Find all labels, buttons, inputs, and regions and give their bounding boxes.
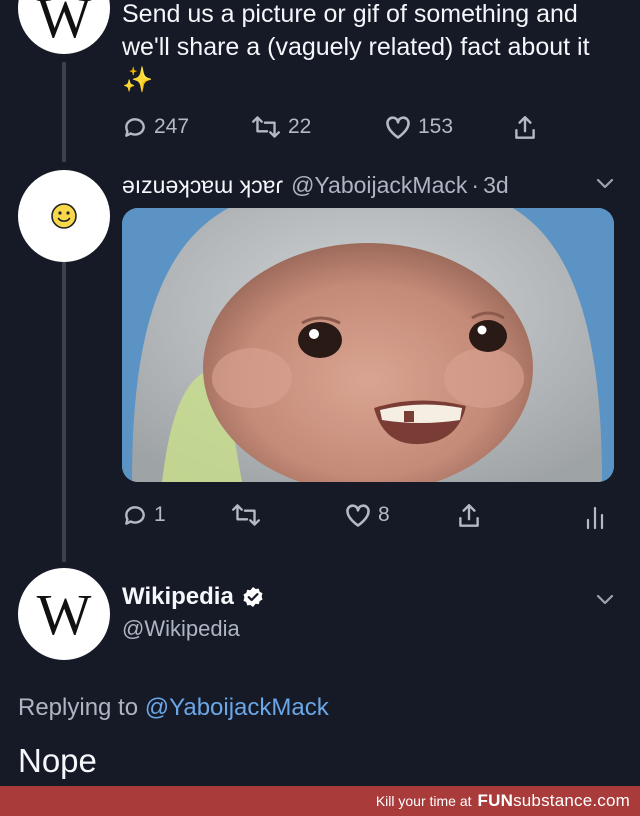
tweet-menu-button[interactable] <box>594 172 616 199</box>
user-display-name[interactable]: ǝızuǝʞɔɐɯ ʞɔɐɾ <box>122 172 283 199</box>
wikipedia-logo-icon: W <box>36 0 92 50</box>
wikipedia-avatar[interactable]: W <box>18 568 110 660</box>
reply-menu-button[interactable] <box>594 588 616 615</box>
retweet-button[interactable] <box>230 502 262 528</box>
retweet-button[interactable]: 22 <box>250 114 311 140</box>
share-button[interactable] <box>456 502 482 530</box>
brand-bold: FUN <box>477 791 514 810</box>
watermark-brand: FUNsubstance.com <box>478 791 630 811</box>
analytics-icon <box>586 506 604 530</box>
watermark-tagline: Kill your time at <box>375 793 472 809</box>
tweet-timestamp[interactable]: 3d <box>483 172 509 199</box>
heart-icon <box>386 116 410 139</box>
wikipedia-logo-icon: W <box>36 581 92 647</box>
replying-to-line: Replying to @YaboijackMack <box>18 694 329 722</box>
retweet-icon <box>232 504 260 526</box>
user-handle[interactable]: @YaboijackMack <box>291 172 467 199</box>
author-display-name[interactable]: Wikipedia <box>122 583 234 611</box>
like-button[interactable]: 153 <box>384 114 453 140</box>
chevron-down-icon <box>596 178 614 189</box>
chevron-down-icon <box>596 594 614 605</box>
reply-icon <box>125 118 145 137</box>
retweet-icon <box>252 116 280 138</box>
tweet-header: ǝızuǝʞɔɐɯ ʞɔɐɾ @YaboijackMack · 3d <box>122 168 622 202</box>
reply-author: Wikipedia <box>122 583 264 611</box>
tweet-actions: 247 22 153 <box>122 114 552 146</box>
header-separator: · <box>471 171 480 198</box>
replying-to-handle[interactable]: @YaboijackMack <box>145 694 329 721</box>
retweet-count: 22 <box>288 115 312 138</box>
like-button[interactable]: 8 <box>344 502 390 528</box>
replying-to-label: Replying to <box>18 694 139 721</box>
watermark-banner: Kill your time at FUNsubstance.com <box>0 786 640 816</box>
reply-button[interactable]: 247 <box>122 114 189 140</box>
smiley-face-icon <box>51 203 77 229</box>
tweet-image[interactable] <box>122 208 614 482</box>
reply-button[interactable]: 1 <box>122 502 166 528</box>
author-handle[interactable]: @Wikipedia <box>122 616 240 642</box>
reply-count: 1 <box>154 503 166 526</box>
analytics-button[interactable] <box>584 504 606 530</box>
reply-text: Nope <box>18 742 97 779</box>
user-avatar[interactable] <box>18 170 110 262</box>
share-icon <box>459 504 479 527</box>
tweet2-actions: 1 8 <box>122 502 614 534</box>
thread-line-top <box>62 62 66 162</box>
thread-line-middle <box>62 262 66 562</box>
wikipedia-avatar-top[interactable]: W <box>18 0 110 54</box>
share-icon <box>515 116 535 139</box>
heart-icon <box>346 504 370 527</box>
verified-badge-icon <box>243 587 263 607</box>
reply-icon <box>125 506 145 525</box>
creature-photo <box>122 208 614 482</box>
like-count: 8 <box>378 503 390 526</box>
like-count: 153 <box>418 115 454 138</box>
brand-rest: substance.com <box>513 791 630 810</box>
reply-count: 247 <box>154 115 190 138</box>
share-button[interactable] <box>512 114 538 142</box>
tweet-text: Send us a picture or gif of something an… <box>122 0 590 94</box>
